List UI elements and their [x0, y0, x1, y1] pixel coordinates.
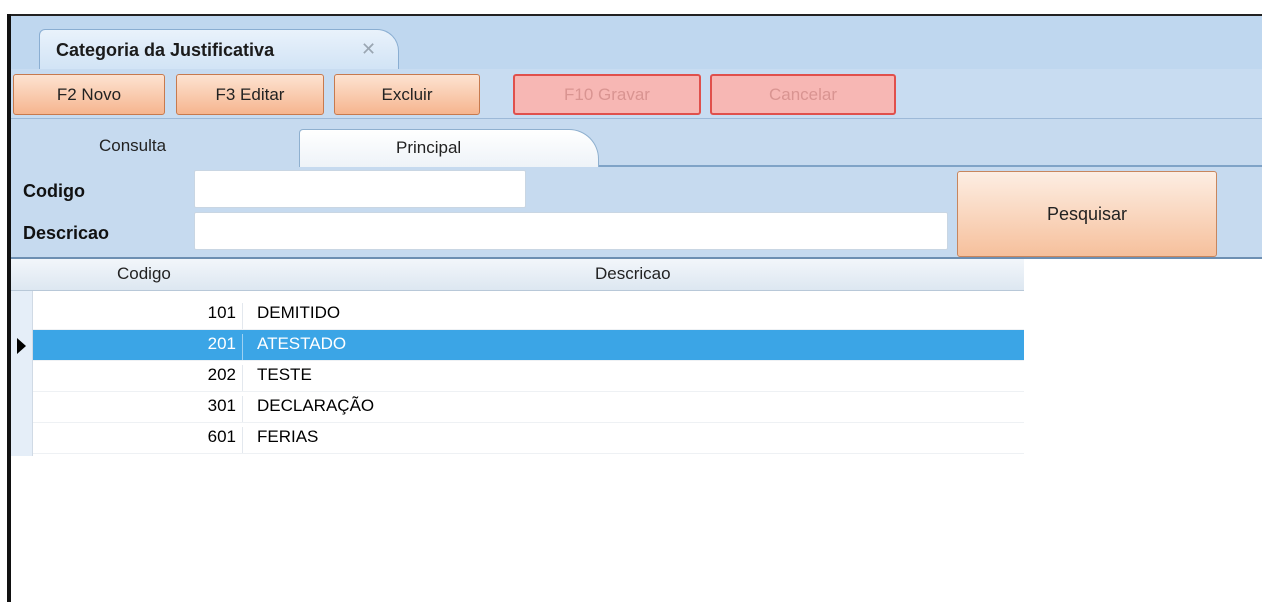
tab-consulta-label: Consulta	[99, 136, 167, 155]
cell-descricao: TESTE	[257, 365, 312, 384]
tab-consulta[interactable]: Consulta	[11, 129, 311, 167]
new-button[interactable]: F2 Novo	[13, 74, 165, 115]
cell-codigo: 202	[33, 365, 243, 391]
cell-descricao: DEMITIDO	[257, 303, 341, 322]
search-panel: Codigo Descricao Pesquisar	[11, 167, 1262, 259]
descricao-input[interactable]	[194, 212, 948, 250]
column-header-codigo[interactable]: Codigo	[117, 264, 171, 284]
cell-codigo: 301	[33, 396, 243, 422]
cell-descricao: DECLARAÇÃO	[257, 396, 375, 415]
table-row-selected[interactable]: 201 ATESTADO	[33, 330, 1024, 361]
tab-principal-label: Principal	[396, 138, 462, 157]
document-tab[interactable]: Categoria da Justificativa ✕	[39, 29, 399, 73]
grid-header: Codigo Descricao	[11, 259, 1024, 291]
save-button[interactable]: F10 Gravar	[513, 74, 701, 115]
close-icon[interactable]: ✕	[361, 39, 376, 60]
table-row[interactable]: 301 DECLARAÇÃO	[33, 392, 1024, 423]
document-tab-title: Categoria da Justificativa	[56, 40, 275, 60]
cell-codigo: 201	[33, 334, 243, 360]
edit-button[interactable]: F3 Editar	[176, 74, 324, 115]
table-row[interactable]: 101 DEMITIDO	[33, 299, 1024, 330]
cell-codigo: 101	[33, 303, 243, 329]
delete-button[interactable]: Excluir	[334, 74, 480, 115]
codigo-label: Codigo	[23, 181, 85, 201]
cancel-button[interactable]: Cancelar	[710, 74, 896, 115]
cell-descricao: FERIAS	[257, 427, 319, 446]
row-indicator-column	[11, 291, 33, 456]
cell-codigo: 601	[33, 427, 243, 453]
column-header-descricao[interactable]: Descricao	[595, 264, 671, 284]
toolbar: F2 Novo F3 Editar Excluir F10 Gravar Can…	[11, 69, 1262, 119]
current-row-arrow-icon	[17, 338, 26, 354]
app-window: Categoria da Justificativa ✕ F2 Novo F3 …	[11, 14, 1262, 602]
codigo-input[interactable]	[194, 170, 526, 208]
table-row[interactable]: 601 FERIAS	[33, 423, 1024, 454]
document-tab-strip: Categoria da Justificativa ✕	[11, 14, 1262, 73]
grid-empty-area	[1024, 259, 1262, 469]
table-row[interactable]: 202 TESTE	[33, 361, 1024, 392]
results-grid: Codigo Descricao 101 DEMITIDO 201 ATESTA…	[11, 259, 1024, 469]
cell-descricao: ATESTADO	[257, 334, 347, 353]
search-button[interactable]: Pesquisar	[957, 171, 1217, 257]
tab-principal[interactable]: Principal	[299, 129, 599, 167]
descricao-label: Descricao	[23, 223, 110, 243]
screen-top-margin	[0, 0, 1262, 14]
view-tabs: Consulta Principal	[11, 119, 1262, 167]
